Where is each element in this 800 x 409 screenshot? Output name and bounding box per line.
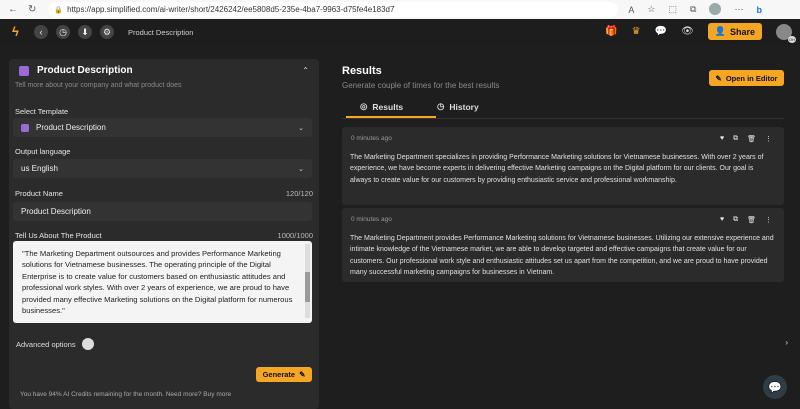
history-clock-icon[interactable]: ◷ [56, 25, 70, 39]
simplified-logo-icon[interactable]: ϟ [12, 25, 26, 39]
chevron-right-icon[interactable]: › [785, 338, 788, 347]
collections-icon[interactable]: ⧉ [690, 4, 696, 15]
settings-gear-icon[interactable]: ⚙ [100, 25, 114, 39]
result-card: 0 minutes ago ♥ ⧉ 🗑 ⋮ The Marketing Depa… [342, 208, 784, 282]
target-icon: ◎ [360, 101, 368, 111]
language-select[interactable]: us English ⌄ [13, 159, 312, 178]
extension-icon[interactable]: ⬚ [668, 4, 677, 15]
heart-icon[interactable]: ♥ [720, 216, 724, 224]
trash-icon[interactable]: 🗑 [747, 216, 756, 224]
results-tabs: ◎ Results ◷ History [342, 101, 784, 119]
reload-icon[interactable]: ↻ [28, 4, 36, 15]
more-icon[interactable]: ⋮ [765, 216, 772, 224]
preview-eye-icon[interactable]: 👁 [681, 26, 694, 37]
copy-icon[interactable]: ⧉ [733, 216, 738, 224]
reader-icon[interactable]: A [628, 5, 634, 15]
breadcrumb: Product Description [128, 27, 194, 37]
results-title: Results [342, 65, 382, 77]
copy-icon[interactable]: ⧉ [733, 135, 738, 143]
main-area: Product Description ⌃ Tell more about yo… [0, 45, 800, 409]
clock-icon: ◷ [437, 101, 445, 111]
app-header: ϟ ‹ ◷ ⬇ ⚙ Product Description 🎁 ♛ 💬 👁 👤 … [0, 19, 800, 45]
product-description-textarea[interactable]: "The Marketing Department outsources and… [13, 241, 312, 323]
language-label: Output language [15, 147, 71, 156]
result-text: The Marketing Department specializes in … [350, 154, 764, 184]
avatar[interactable]: OH [776, 23, 796, 43]
menu-icon[interactable]: ⋯ [734, 4, 743, 15]
tell-us-label: Tell Us About The Product [15, 231, 102, 240]
panel-subtitle: Tell more about your company and what pr… [15, 82, 182, 89]
bing-icon[interactable]: b [756, 5, 762, 15]
favorite-icon[interactable]: ☆ [647, 4, 655, 15]
product-name-counter: 120/120 [285, 189, 313, 198]
template-select[interactable]: Product Description ⌄ [13, 118, 312, 137]
result-timestamp: 0 minutes ago [351, 135, 392, 142]
back-icon[interactable]: ← [8, 4, 18, 15]
back-arrow-icon[interactable]: ‹ [34, 25, 48, 39]
browser-toolbar: ← ↻ 🔒 https://app.simplified.com/ai-writ… [0, 0, 800, 19]
profile-icon[interactable] [709, 2, 722, 17]
chevron-up-icon[interactable]: ⌃ [302, 66, 309, 75]
briefcase-icon [21, 123, 29, 132]
product-name-label: Product Name [15, 189, 63, 198]
product-name-input[interactable]: Product Description [13, 202, 312, 221]
lock-icon: 🔒 [54, 6, 64, 14]
address-bar[interactable]: 🔒 https://app.simplified.com/ai-writer/s… [48, 2, 619, 17]
download-icon[interactable]: ⬇ [78, 25, 92, 39]
advanced-options[interactable]: Advanced options [16, 338, 94, 350]
briefcase-icon [19, 65, 29, 76]
textarea-scrollbar[interactable] [305, 244, 310, 318]
url-text: https://app.simplified.com/ai-writer/sho… [67, 5, 395, 14]
chat-bubble-icon[interactable]: 💬 [655, 26, 667, 37]
result-timestamp: 0 minutes ago [351, 216, 392, 223]
template-label: Select Template [15, 107, 69, 116]
advanced-toggle[interactable] [81, 338, 94, 350]
credits-note: You have 94% AI Credits remaining for th… [20, 391, 232, 398]
chevron-down-icon: ⌄ [298, 124, 304, 132]
heart-icon[interactable]: ♥ [720, 135, 724, 143]
support-chat-icon[interactable]: 💬 [763, 375, 787, 399]
form-panel: Product Description ⌃ Tell more about yo… [9, 59, 319, 409]
panel-title: Product Description [37, 65, 133, 76]
magic-wand-icon: ✎ [299, 370, 306, 379]
tab-history[interactable]: ◷ History [437, 101, 479, 112]
more-icon[interactable]: ⋮ [765, 135, 772, 143]
crown-icon[interactable]: ♛ [632, 26, 641, 37]
share-button[interactable]: 👤 Share [707, 23, 762, 40]
chevron-down-icon: ⌄ [298, 165, 304, 173]
tab-results[interactable]: ◎ Results [345, 101, 437, 118]
generate-button[interactable]: Generate ✎ [256, 367, 312, 382]
add-user-icon: 👤 [714, 26, 726, 36]
tell-us-counter: 1000/1000 [277, 231, 313, 240]
result-text: The Marketing Department provides Perfor… [350, 235, 774, 276]
open-in-editor-button[interactable]: ✎ Open in Editor [709, 70, 784, 86]
results-subtitle: Generate couple of times for the best re… [342, 81, 500, 90]
result-card: 0 minutes ago ♥ ⧉ 🗑 ⋮ The Marketing Depa… [342, 127, 784, 205]
gift-icon[interactable]: 🎁 [605, 26, 617, 37]
trash-icon[interactable]: 🗑 [747, 135, 756, 143]
edit-icon: ✎ [715, 73, 722, 83]
